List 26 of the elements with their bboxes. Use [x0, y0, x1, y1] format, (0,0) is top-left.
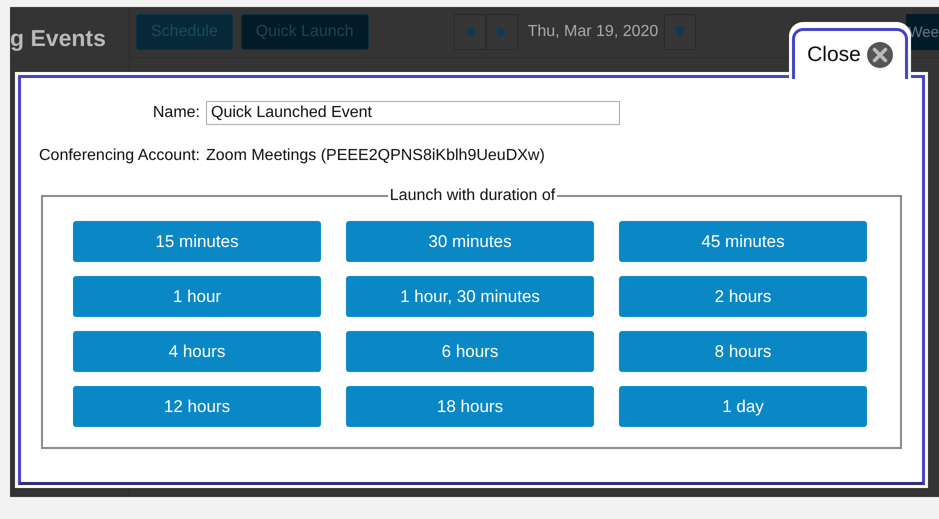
date-dropdown-button[interactable]: [664, 14, 696, 50]
duration-button[interactable]: 1 hour: [73, 276, 321, 317]
duration-button[interactable]: 8 hours: [619, 331, 867, 372]
previous-button[interactable]: [454, 14, 486, 50]
account-label: Conferencing Account:: [39, 147, 200, 165]
duration-button[interactable]: 1 day: [619, 386, 867, 427]
left-triangle-icon: [464, 26, 475, 38]
duration-button[interactable]: 15 minutes: [73, 221, 321, 262]
next-button[interactable]: [486, 14, 518, 50]
duration-button[interactable]: 6 hours: [346, 331, 594, 372]
close-icon: [866, 42, 893, 68]
name-label: Name:: [152, 104, 200, 122]
duration-button[interactable]: 4 hours: [73, 331, 321, 372]
page-title: g Events: [10, 25, 106, 52]
duration-button[interactable]: 2 hours: [619, 276, 867, 317]
down-triangle-icon: [674, 26, 686, 38]
account-value: Zoom Meetings (PEEE2QPNS8iKblh9UeuDXw): [206, 147, 546, 165]
duration-button[interactable]: 45 minutes: [619, 221, 867, 262]
duration-button[interactable]: 30 minutes: [346, 221, 594, 262]
duration-button[interactable]: 12 hours: [73, 386, 321, 427]
name-field[interactable]: Quick Launched Event: [206, 101, 620, 125]
duration-button[interactable]: 18 hours: [346, 386, 594, 427]
date-label: Thu, Mar 19, 2020: [528, 23, 658, 41]
right-triangle-icon: [496, 26, 507, 38]
duration-legend: Launch with duration of: [388, 187, 558, 205]
duration-button[interactable]: 1 hour, 30 minutes: [346, 276, 594, 317]
